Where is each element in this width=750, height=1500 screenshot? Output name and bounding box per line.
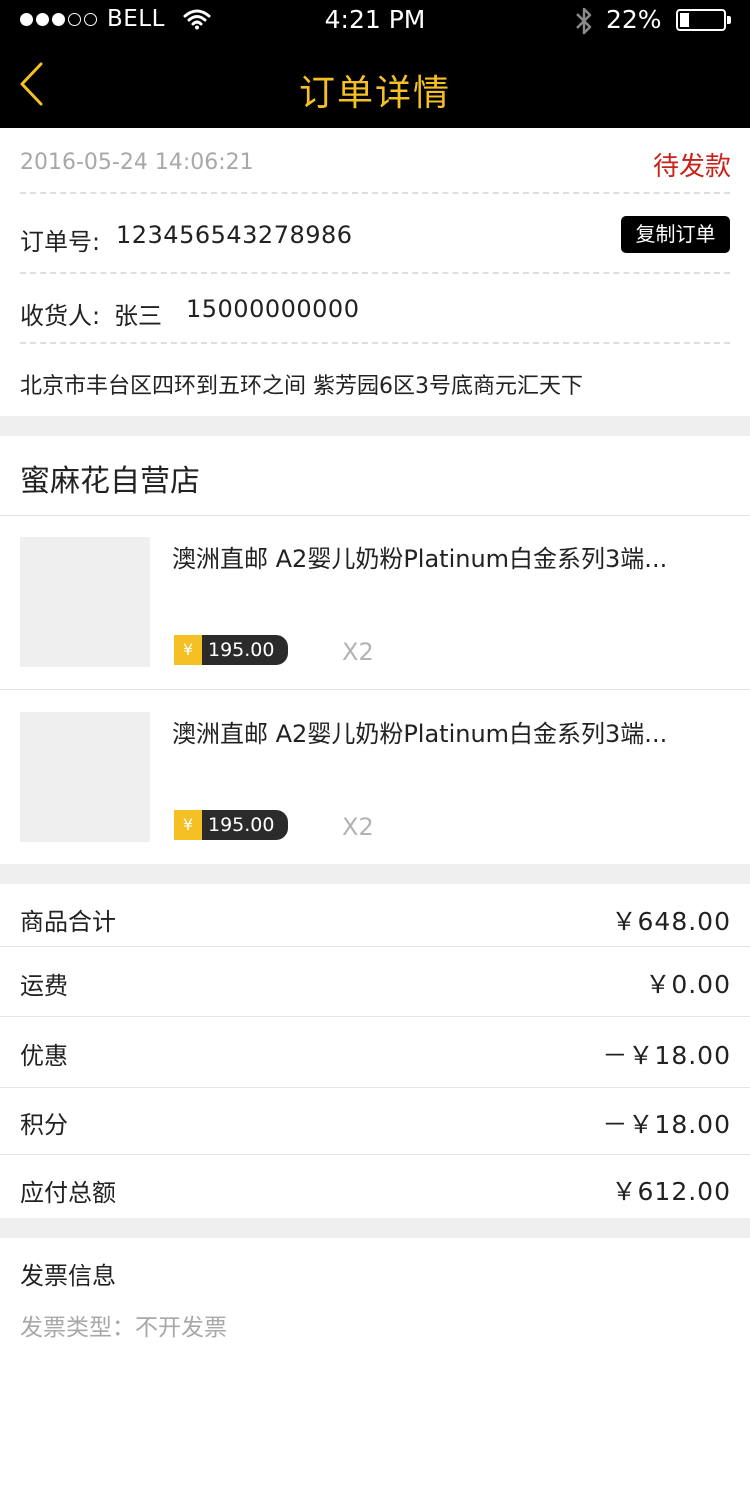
section-gap: [0, 1218, 750, 1238]
receiver-name: 张三: [114, 302, 162, 330]
store-name[interactable]: 蜜麻花自营店: [20, 456, 200, 500]
summary-label: 运费: [20, 972, 68, 1000]
order-datetime: 2016-05-24 14:06:21: [20, 150, 254, 175]
product-price: 195.00: [202, 810, 288, 840]
bluetooth-icon: [573, 5, 595, 41]
status-bar: BELL 4:21 PM 22%: [0, 0, 750, 40]
product-quantity: X2: [342, 813, 374, 841]
summary-label: 商品合计: [20, 908, 116, 936]
order-number: 123456543278986: [116, 221, 353, 249]
invoice-section: 发票信息 发票类型：不开发票: [0, 1238, 750, 1500]
dashed-divider: [20, 342, 730, 344]
order-info-section: 2016-05-24 14:06:21 待发款 订单号: 12345654327…: [0, 128, 750, 416]
summary-value: －￥18.00: [602, 1110, 731, 1139]
navigation-bar: 订单详情: [0, 40, 750, 128]
order-summary: 商品合计 ￥648.00 运费 ￥0.00 优惠 －￥18.00 积分 －￥18…: [0, 884, 750, 1218]
yen-icon: ¥: [174, 810, 202, 840]
summary-value: ￥612.00: [611, 1177, 731, 1206]
summary-value: ￥648.00: [611, 907, 731, 936]
summary-row-subtotal: 商品合计 ￥648.00: [0, 884, 750, 947]
store-section: 蜜麻花自营店 澳洲直邮 A2婴儿奶粉Platinum白金系列3端... ¥ 19…: [0, 436, 750, 864]
battery-tip: [727, 16, 731, 24]
price-tag: ¥ 195.00: [174, 810, 288, 840]
summary-label: 优惠: [20, 1042, 68, 1070]
summary-row-discount: 优惠 －￥18.00: [0, 1017, 750, 1087]
section-gap: [0, 864, 750, 884]
dashed-divider: [20, 192, 730, 194]
receiver-label: 收货人:: [20, 302, 101, 330]
order-status: 待发款: [652, 152, 731, 182]
summary-row-points: 积分 －￥18.00: [0, 1088, 750, 1154]
product-quantity: X2: [342, 638, 374, 666]
summary-label: 积分: [20, 1111, 68, 1139]
summary-value: ￥0.00: [645, 970, 731, 999]
product-item[interactable]: 澳洲直邮 A2婴儿奶粉Platinum白金系列3端... ¥ 195.00 X2: [0, 690, 750, 864]
product-title: 澳洲直邮 A2婴儿奶粉Platinum白金系列3端...: [172, 720, 668, 748]
order-number-label: 订单号:: [20, 228, 101, 256]
invoice-title: 发票信息: [20, 1262, 116, 1290]
summary-row-shipping: 运费 ￥0.00: [0, 947, 750, 1017]
section-gap: [0, 416, 750, 436]
battery-percent: 22%: [606, 5, 662, 34]
summary-label: 应付总额: [20, 1179, 116, 1207]
product-image: [20, 537, 150, 667]
battery-icon: [676, 9, 726, 31]
page-title: 订单详情: [298, 73, 451, 114]
product-price: 195.00: [202, 635, 288, 665]
yen-icon: ¥: [174, 635, 202, 665]
product-title: 澳洲直邮 A2婴儿奶粉Platinum白金系列3端...: [172, 545, 668, 573]
invoice-type: 发票类型：不开发票: [20, 1315, 227, 1341]
price-tag: ¥ 195.00: [174, 635, 288, 665]
product-image: [20, 712, 150, 842]
shipping-address: 北京市丰台区四环到五环之间 紫芳园6区3号底商元汇天下: [20, 374, 583, 399]
dashed-divider: [20, 272, 730, 274]
product-item[interactable]: 澳洲直邮 A2婴儿奶粉Platinum白金系列3端... ¥ 195.00 X2: [0, 515, 750, 689]
receiver-phone: 15000000000: [186, 295, 360, 323]
copy-order-button[interactable]: 复制订单: [621, 216, 730, 253]
summary-value: －￥18.00: [602, 1041, 731, 1070]
summary-row-total: 应付总额 ￥612.00: [0, 1155, 750, 1218]
